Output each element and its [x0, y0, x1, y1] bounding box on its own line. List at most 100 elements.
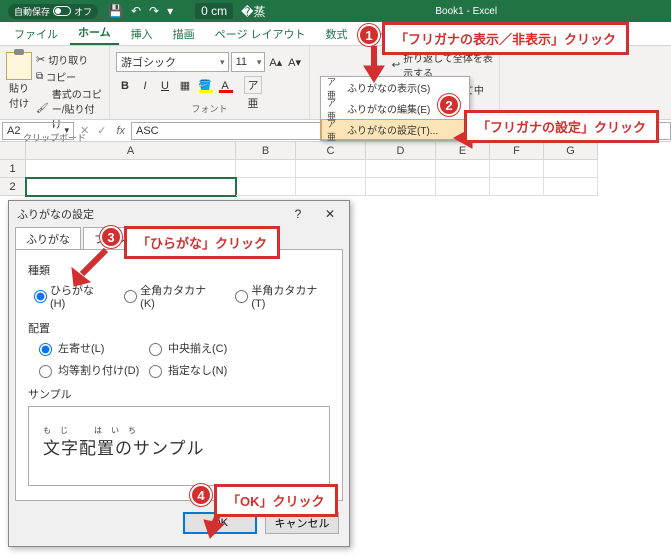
- marker-3: 3: [100, 226, 122, 248]
- undo-icon[interactable]: ↶: [131, 4, 141, 18]
- help-button[interactable]: ?: [283, 204, 313, 224]
- radio-align-none-label: 指定なし(N): [168, 362, 227, 378]
- close-button[interactable]: ✕: [315, 204, 345, 224]
- cell[interactable]: [366, 160, 436, 178]
- cell[interactable]: [296, 178, 366, 196]
- row-header-1[interactable]: 1: [0, 160, 26, 178]
- group-font: 游ゴシック 11 A▴ A▾ B I U ▦ 🪣 A ア亜 フォント: [110, 46, 310, 119]
- qat-more-icon[interactable]: ▾: [167, 4, 173, 18]
- name-box[interactable]: A2▾: [2, 122, 74, 140]
- phonetic-edit-icon: ア亜: [327, 102, 341, 116]
- radio-align-center[interactable]: 中央揃え(C): [144, 340, 254, 356]
- radio-hiragana-input[interactable]: [34, 290, 47, 303]
- toggle-icon: [53, 6, 71, 16]
- cell[interactable]: [296, 160, 366, 178]
- cell[interactable]: [544, 178, 598, 196]
- cut-button[interactable]: ✂切り取り: [36, 52, 103, 67]
- underline-button[interactable]: U: [156, 76, 174, 94]
- save-icon[interactable]: 💾: [108, 4, 123, 18]
- row-header-2[interactable]: 2: [0, 178, 26, 196]
- radio-half-katakana-input[interactable]: [235, 290, 248, 303]
- shape-size: 0 cm: [195, 3, 233, 19]
- cell[interactable]: [236, 160, 296, 178]
- fill-color-button[interactable]: 🪣: [196, 76, 214, 94]
- italic-button[interactable]: I: [136, 76, 154, 94]
- col-header-d[interactable]: D: [366, 142, 436, 160]
- grow-font-button[interactable]: A▴: [267, 53, 284, 71]
- cell[interactable]: [366, 178, 436, 196]
- tab-pagelayout[interactable]: ページ レイアウト: [207, 22, 314, 45]
- tab-formulas[interactable]: 数式: [318, 22, 356, 45]
- radio-align-none[interactable]: 指定なし(N): [144, 362, 254, 378]
- ribbon: 貼り付け ✂切り取り ⧉コピー 🖌書式のコピー/貼り付け クリップボード 游ゴシ…: [0, 46, 671, 120]
- cell[interactable]: [26, 160, 236, 178]
- cell-a2[interactable]: [26, 178, 236, 196]
- select-all-corner[interactable]: [0, 142, 26, 160]
- tab-insert[interactable]: 挿入: [123, 22, 161, 45]
- font-color-button[interactable]: A: [216, 76, 234, 94]
- paste-button[interactable]: 貼り付け: [6, 52, 32, 110]
- redo-icon[interactable]: ↷: [149, 4, 159, 18]
- col-header-a[interactable]: A: [26, 142, 236, 160]
- phonetic-settings-item[interactable]: ア亜ふりがなの設定(T)...: [321, 119, 469, 140]
- col-header-c[interactable]: C: [296, 142, 366, 160]
- tab-home[interactable]: ホーム: [70, 20, 119, 45]
- font-name-combo[interactable]: 游ゴシック: [116, 52, 229, 72]
- stepper-icon[interactable]: �蒸: [241, 3, 265, 20]
- callout-1: 「フリガナの表示／非表示」クリック: [382, 22, 629, 55]
- radio-align-left-input[interactable]: [39, 343, 52, 356]
- brush-icon: 🖌: [36, 103, 49, 114]
- radio-half-katakana-label: 半角カタカナ(T): [251, 282, 330, 310]
- bold-button[interactable]: B: [116, 76, 134, 94]
- titlebar: 自動保存 オフ 💾 ↶ ↷ ▾ 0 cm �蒸 Book1 - Excel: [0, 0, 671, 22]
- dialog-tab-furigana[interactable]: ふりがな: [15, 227, 81, 250]
- tab-draw[interactable]: 描画: [165, 22, 203, 45]
- sample-text: 文字配置のサンプル: [43, 434, 315, 459]
- copy-button[interactable]: ⧉コピー: [36, 69, 103, 84]
- phonetic-button[interactable]: ア亜: [244, 76, 262, 94]
- quick-access-toolbar: 💾 ↶ ↷ ▾ 0 cm �蒸: [108, 3, 265, 20]
- radio-full-katakana-label: 全角カタカナ(K): [140, 282, 219, 310]
- autosave-toggle[interactable]: 自動保存 オフ: [8, 4, 98, 19]
- phonetic-show-icon: ア亜: [327, 81, 341, 95]
- font-size-combo[interactable]: 11: [231, 52, 266, 72]
- radio-align-distribute[interactable]: 均等割り付け(D): [34, 362, 144, 378]
- shrink-font-button[interactable]: A▾: [286, 53, 303, 71]
- radio-align-center-input[interactable]: [149, 343, 162, 356]
- group-font-label: フォント: [116, 102, 303, 117]
- col-header-f[interactable]: F: [490, 142, 544, 160]
- dialog-titlebar: ふりがなの設定 ? ✕: [9, 201, 349, 227]
- cell[interactable]: [544, 160, 598, 178]
- callout-2: 「フリガナの設定」クリック: [464, 110, 659, 143]
- radio-align-none-input[interactable]: [149, 365, 162, 378]
- cut-label: 切り取り: [48, 52, 88, 67]
- cancel-formula-icon[interactable]: ✕: [76, 124, 93, 137]
- cell[interactable]: [436, 160, 490, 178]
- radio-align-distribute-label: 均等割り付け(D): [58, 362, 139, 378]
- phonetic-settings-icon: ア亜: [327, 123, 341, 137]
- dialog-title: ふりがなの設定: [17, 206, 94, 222]
- copy-label: コピー: [46, 69, 76, 84]
- enter-formula-icon[interactable]: ✓: [93, 124, 110, 137]
- phonetic-edit-label: ふりがなの編集(E): [347, 101, 430, 116]
- tab-file[interactable]: ファイル: [6, 22, 66, 45]
- cell[interactable]: [490, 178, 544, 196]
- radio-full-katakana[interactable]: 全角カタカナ(K): [124, 282, 219, 310]
- cell[interactable]: [436, 178, 490, 196]
- col-header-g[interactable]: G: [544, 142, 598, 160]
- align-section-label: 配置: [28, 320, 330, 336]
- name-box-value: A2: [7, 125, 20, 137]
- sample-preview: もじ はいち 文字配置のサンプル: [28, 406, 330, 486]
- worksheet: A B C D E F G 1 2: [0, 142, 671, 196]
- radio-full-katakana-input[interactable]: [124, 290, 137, 303]
- radio-half-katakana[interactable]: 半角カタカナ(T): [235, 282, 330, 310]
- autosave-state: オフ: [74, 5, 92, 18]
- border-button[interactable]: ▦: [176, 76, 194, 94]
- col-header-b[interactable]: B: [236, 142, 296, 160]
- cell[interactable]: [490, 160, 544, 178]
- formula-value: ASC: [136, 125, 159, 137]
- radio-align-left[interactable]: 左寄せ(L): [34, 340, 144, 356]
- fx-icon[interactable]: fx: [110, 125, 131, 137]
- cell[interactable]: [236, 178, 296, 196]
- radio-align-distribute-input[interactable]: [39, 365, 52, 378]
